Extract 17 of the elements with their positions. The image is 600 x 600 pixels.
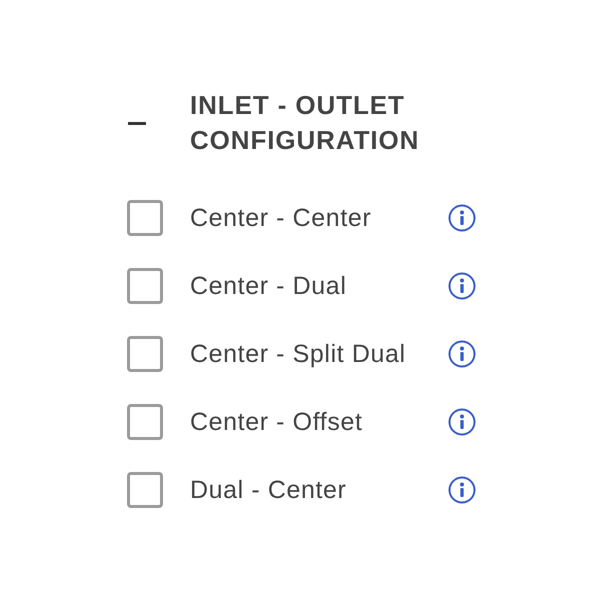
checkbox[interactable] bbox=[127, 200, 163, 236]
minus-icon[interactable] bbox=[128, 122, 146, 124]
info-icon[interactable] bbox=[448, 476, 476, 504]
info-icon[interactable] bbox=[448, 408, 476, 436]
checkbox[interactable] bbox=[127, 336, 163, 372]
info-icon[interactable] bbox=[448, 340, 476, 368]
option-label[interactable]: Dual - Center bbox=[190, 475, 448, 505]
checkbox[interactable] bbox=[127, 404, 163, 440]
info-icon[interactable] bbox=[448, 272, 476, 300]
option-label[interactable]: Center - Dual bbox=[190, 271, 448, 301]
option-label[interactable]: Center - Center bbox=[190, 203, 448, 233]
option-label[interactable]: Center - Split Dual bbox=[190, 339, 448, 369]
checkbox[interactable] bbox=[127, 268, 163, 304]
section-title: INLET - OUTLET CONFIGURATION bbox=[190, 89, 420, 157]
checkbox[interactable] bbox=[127, 472, 163, 508]
option-label[interactable]: Center - Offset bbox=[190, 407, 448, 437]
info-icon[interactable] bbox=[448, 204, 476, 232]
